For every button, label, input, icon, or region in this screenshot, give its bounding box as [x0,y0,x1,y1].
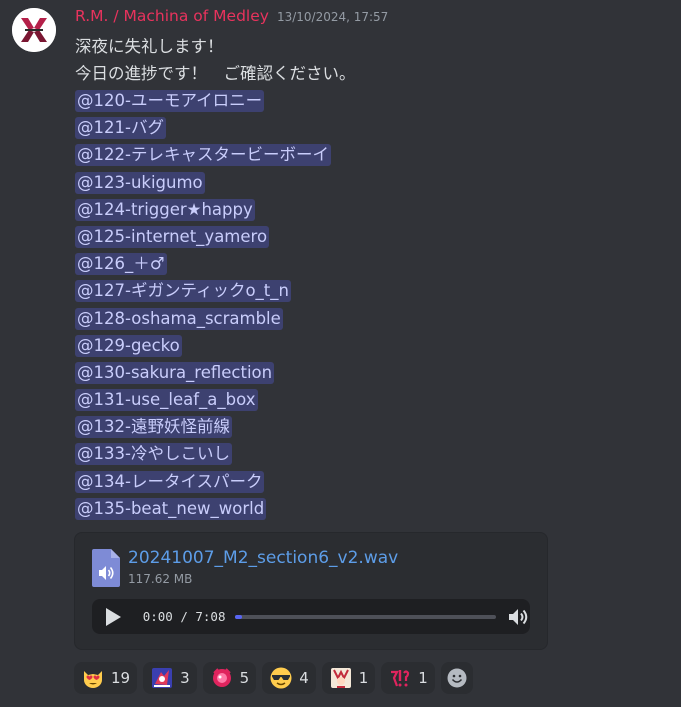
role-mention[interactable]: @127-ギガンティックo_t_n [75,280,291,303]
mention-list: @120-ユーモアイロニー @121-バグ @122-テレキャスタービーボーイ @12… [75,87,665,522]
reaction-bar: 19 3 5 4 1 1 [74,662,473,694]
reaction-count: 3 [180,669,190,687]
mention-row: @122-テレキャスタービーボーイ [75,142,665,169]
role-mention[interactable]: @123-ukigumo [75,171,205,194]
mention-row: @132-遠野妖怪前線 [75,414,665,441]
mention-row: @126_＋♂ [75,251,665,278]
role-mention[interactable]: @135-beat_new_world [75,497,267,520]
mention-row: @131-use_leaf_a_box [75,386,665,413]
add-reaction-button[interactable] [440,662,473,694]
mention-row: @133-冷やしこいし [75,441,665,468]
reaction-custom-character[interactable]: 3 [143,662,197,694]
role-mention[interactable]: @126_＋♂ [75,253,167,276]
reaction-count: 4 [299,669,309,687]
reaction-count: 5 [239,669,250,687]
username[interactable]: R.M. / Machina of Medley [75,7,269,25]
reaction-custom-text[interactable]: 1 [381,662,435,694]
file-name-link[interactable]: 20241007_M2_section6_v2.wav [128,548,398,568]
role-mention[interactable]: @131-use_leaf_a_box [75,389,258,412]
role-mention[interactable]: @124-trigger★happy [75,198,255,221]
playback-time: 0:00 / 7:08 [142,609,226,624]
role-mention[interactable]: @133-冷やしこいし [75,443,232,466]
mention-row: @130-sakura_reflection [75,359,665,386]
smiley-icon [447,668,467,688]
audio-player: 0:00 / 7:08 [92,599,530,634]
audio-file-icon [92,549,120,587]
role-mention[interactable]: @134-レータイスパーク [75,470,265,493]
mention-row: @121-バグ [75,115,665,142]
mention-row: @128-oshama_scramble [75,305,665,332]
role-mention[interactable]: @130-sakura_reflection [75,361,275,384]
reaction-sunglasses[interactable]: 4 [262,662,316,694]
message-header: R.M. / Machina of Medley 13/10/2024, 17:… [75,7,388,27]
volume-button[interactable] [506,605,530,629]
avatar[interactable] [12,8,56,52]
reaction-count: 19 [111,669,131,687]
heart-eyes-cat-emoji-icon [81,666,105,690]
role-mention[interactable]: @129-gecko [75,334,182,357]
custom-text-emoji-icon [388,666,412,690]
role-mention[interactable]: @121-バグ [75,117,166,140]
custom-character-emoji-icon [150,666,174,690]
play-button[interactable] [102,606,124,628]
play-icon [105,607,121,626]
message-line: 深夜に失礼します！ [75,37,224,56]
role-mention[interactable]: @132-遠野妖怪前線 [75,416,232,439]
role-mention[interactable]: @128-oshama_scramble [75,307,283,330]
file-size: 117.62 MB [128,572,193,586]
reaction-heart-eyes-cat[interactable]: 19 [74,662,138,694]
mention-row: @123-ukigumo [75,169,665,196]
mention-row: @124-trigger★happy [75,196,665,223]
mention-row: @134-レータイスパーク [75,468,665,495]
role-mention[interactable]: @122-テレキャスタービーボーイ [75,144,331,167]
message-content: 深夜に失礼します！ 今日の進捗です！ ご確認ください。 @120-ユーモアイロニ… [75,33,665,522]
timestamp[interactable]: 13/10/2024, 17:57 [277,10,388,24]
mention-row: @120-ユーモアイロニー [75,87,665,114]
audio-attachment: 20241007_M2_section6_v2.wav 117.62 MB 0:… [74,532,548,650]
mention-row: @125-internet_yamero [75,223,665,250]
volume-icon [509,608,528,625]
role-mention[interactable]: @120-ユーモアイロニー [75,90,265,112]
role-mention[interactable]: @125-internet_yamero [75,225,270,248]
message-line: 今日の進捗です！ ご確認ください。 [75,64,356,84]
reaction-custom-pink[interactable]: 5 [202,662,257,694]
reaction-custom-character-2[interactable]: 1 [321,662,376,694]
mention-row: @135-beat_new_world [75,495,665,522]
progress-fill [234,614,243,619]
progress-bar[interactable] [234,614,496,619]
mention-row: @129-gecko [75,332,665,359]
sunglasses-emoji-icon [269,666,293,690]
custom-pink-emoji-icon [210,666,234,690]
reaction-count: 1 [358,669,369,687]
reaction-count: 1 [418,669,428,687]
custom-character-emoji-2-icon [329,666,353,690]
mention-row: @127-ギガンティックo_t_n [75,278,665,305]
